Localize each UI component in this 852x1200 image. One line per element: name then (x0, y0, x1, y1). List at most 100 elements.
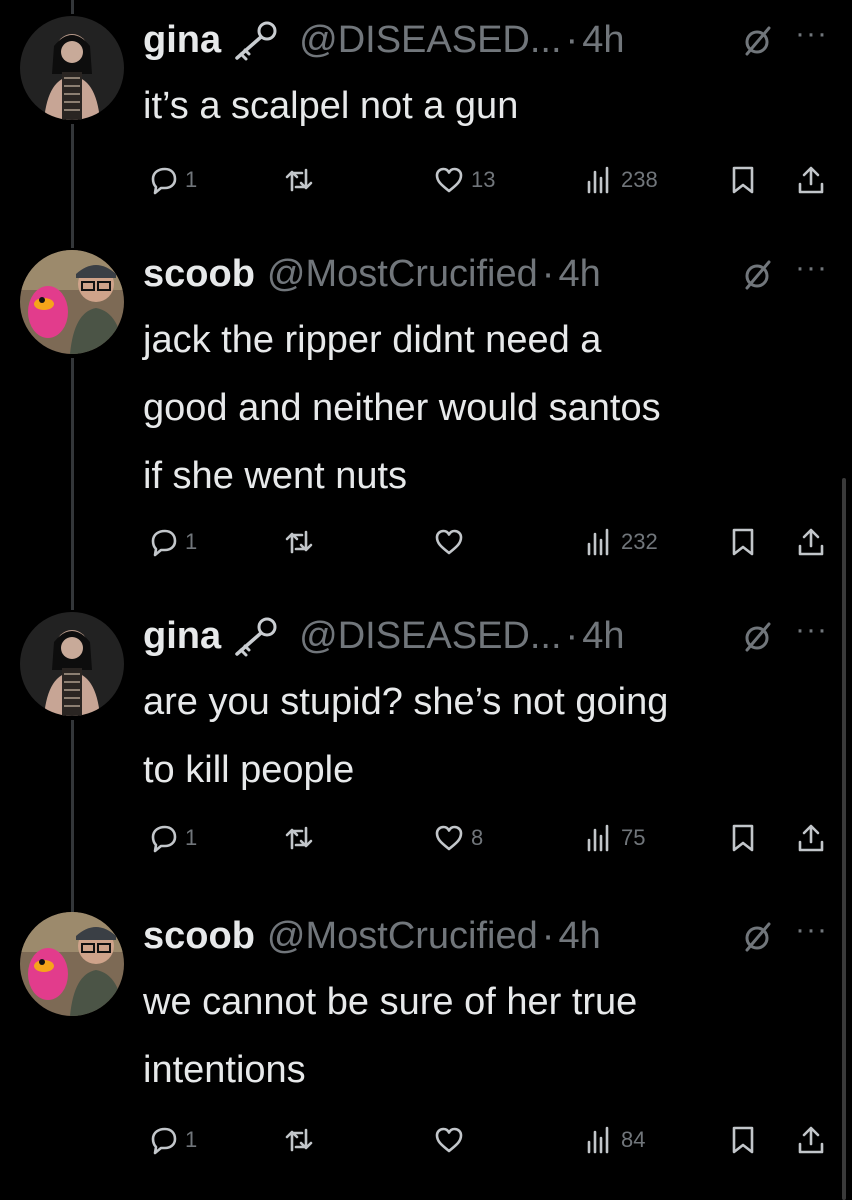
tweet-text-line: jack the ripper didnt need a (143, 319, 602, 361)
tweet[interactable]: gina @DISEASED... · 4h ··· it’s a scalpe… (0, 10, 852, 210)
display-name[interactable]: gina (143, 615, 221, 658)
share-button[interactable] (795, 1120, 827, 1160)
tweet-text: we cannot be sure of her true intentions (143, 968, 812, 1104)
like-icon (433, 164, 465, 196)
share-icon (795, 822, 827, 854)
views-button[interactable]: 75 (583, 818, 645, 858)
avatar[interactable] (20, 250, 124, 354)
retweet-icon (283, 526, 315, 558)
grok-icon[interactable] (737, 916, 777, 956)
avatar[interactable] (20, 912, 124, 1016)
bookmark-button[interactable] (727, 522, 759, 562)
bookmark-icon (727, 526, 759, 558)
share-icon (795, 1124, 827, 1156)
display-name[interactable]: scoob (143, 915, 255, 958)
tweet-header: gina @DISEASED... · 4h ··· (143, 606, 828, 666)
separator: · (565, 18, 579, 61)
reply-count: 1 (185, 1127, 198, 1152)
like-icon (433, 526, 465, 558)
tweet-text-line: intentions (143, 1049, 306, 1091)
action-bar: 1 8 75 (143, 818, 833, 858)
more-icon[interactable]: ··· (795, 913, 828, 947)
bookmark-icon (727, 1124, 759, 1156)
separator: · (541, 252, 555, 295)
views-count: 238 (621, 167, 658, 192)
user-handle[interactable]: @DISEASED... (299, 615, 561, 658)
retweet-button[interactable] (283, 1120, 321, 1160)
retweet-button[interactable] (283, 818, 321, 858)
retweet-icon (283, 822, 315, 854)
like-icon (433, 1124, 465, 1156)
timestamp[interactable]: 4h (582, 615, 624, 658)
tweet-text: are you stupid? she’s not going to kill … (143, 668, 812, 804)
bookmark-button[interactable] (727, 818, 759, 858)
user-handle[interactable]: @MostCrucified (267, 253, 538, 296)
like-icon (433, 822, 465, 854)
user-handle[interactable]: @DISEASED... (299, 19, 561, 62)
grok-icon[interactable] (737, 254, 777, 294)
timestamp[interactable]: 4h (558, 253, 600, 296)
share-icon (795, 164, 827, 196)
tweet-header: scoob @MostCrucified · 4h ··· (143, 906, 828, 966)
more-icon[interactable]: ··· (795, 251, 828, 285)
avatar[interactable] (20, 612, 124, 716)
retweet-icon (283, 164, 315, 196)
share-button[interactable] (795, 160, 827, 200)
grok-icon[interactable] (737, 616, 777, 656)
views-icon (583, 822, 615, 854)
views-button[interactable]: 238 (583, 160, 658, 200)
retweet-button[interactable] (283, 160, 321, 200)
tweet-text-line: to kill people (143, 749, 355, 791)
reply-count: 1 (185, 825, 198, 850)
reply-icon (147, 1124, 179, 1156)
display-name[interactable]: scoob (143, 253, 255, 296)
views-count: 75 (621, 825, 646, 850)
action-bar: 1 84 (143, 1120, 833, 1160)
user-handle[interactable]: @MostCrucified (267, 915, 538, 958)
like-count: 8 (471, 825, 484, 850)
tweet-text-line: are you stupid? she’s not going (143, 681, 669, 723)
reply-count: 1 (185, 529, 198, 554)
key-icon (227, 18, 283, 62)
tweet[interactable]: scoob @MostCrucified · 4h ··· jack the r… (0, 244, 852, 574)
reply-button[interactable]: 1 (147, 818, 197, 858)
bookmark-button[interactable] (727, 1120, 759, 1160)
like-button[interactable] (433, 1120, 471, 1160)
reply-button[interactable]: 1 (147, 522, 197, 562)
timestamp[interactable]: 4h (558, 915, 600, 958)
reply-icon (147, 164, 179, 196)
avatar[interactable] (20, 16, 124, 120)
action-bar: 1 232 (143, 522, 833, 562)
share-icon (795, 526, 827, 558)
bookmark-icon (727, 164, 759, 196)
views-icon (583, 1124, 615, 1156)
timestamp[interactable]: 4h (582, 19, 624, 62)
reply-button[interactable]: 1 (147, 160, 197, 200)
more-icon[interactable]: ··· (795, 613, 828, 647)
bookmark-button[interactable] (727, 160, 759, 200)
share-button[interactable] (795, 818, 827, 858)
retweet-icon (283, 1124, 315, 1156)
like-button[interactable]: 8 (433, 818, 483, 858)
like-count: 13 (471, 167, 496, 192)
views-icon (583, 164, 615, 196)
tweet[interactable]: gina @DISEASED... · 4h ··· are you stupi… (0, 606, 852, 866)
like-button[interactable]: 13 (433, 160, 495, 200)
share-button[interactable] (795, 522, 827, 562)
retweet-button[interactable] (283, 522, 321, 562)
grok-icon[interactable] (737, 20, 777, 60)
views-icon (583, 526, 615, 558)
views-button[interactable]: 232 (583, 522, 658, 562)
tweet-header: gina @DISEASED... · 4h ··· (143, 10, 828, 70)
reply-button[interactable]: 1 (147, 1120, 197, 1160)
reply-icon (147, 526, 179, 558)
tweet-text-line: good and neither would santos (143, 387, 661, 429)
views-button[interactable]: 84 (583, 1120, 645, 1160)
like-button[interactable] (433, 522, 471, 562)
separator: · (541, 914, 555, 957)
more-icon[interactable]: ··· (795, 17, 828, 51)
reply-icon (147, 822, 179, 854)
tweet[interactable]: scoob @MostCrucified · 4h ··· we cannot … (0, 906, 852, 1166)
tweet-header: scoob @MostCrucified · 4h ··· (143, 244, 828, 304)
display-name[interactable]: gina (143, 19, 221, 62)
